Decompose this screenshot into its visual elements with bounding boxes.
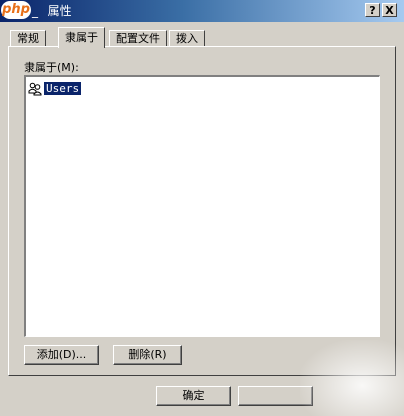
remove-button[interactable]: 删除(R): [113, 345, 182, 365]
title-obscured: [38, 4, 48, 18]
member-of-label: 隶属于(M):: [24, 61, 79, 74]
tab-member-of[interactable]: 隶属于: [58, 27, 105, 48]
add-button[interactable]: 添加(D)...: [24, 345, 99, 365]
window-title: _ 属性: [32, 3, 72, 19]
tab-general[interactable]: 常规: [10, 30, 46, 47]
tab-dial-in[interactable]: 拨入: [169, 30, 205, 47]
list-item[interactable]: Users: [28, 81, 82, 96]
tab-profile[interactable]: 配置文件: [109, 30, 167, 47]
list-item-label: Users: [44, 82, 82, 95]
cancel-button[interactable]: [238, 386, 313, 406]
group-icon: [28, 82, 42, 95]
ok-button[interactable]: 确定: [156, 386, 231, 406]
title-suffix: 属性: [47, 4, 72, 18]
title-bar: php _ 属性 ? X: [0, 0, 404, 22]
help-button[interactable]: ?: [365, 3, 380, 17]
member-of-listbox[interactable]: Users: [24, 75, 380, 337]
site-watermark-logo: php: [1, 1, 31, 19]
close-button[interactable]: X: [382, 3, 397, 17]
tab-panel-member-of: 隶属于(M): Users 添加(D)... 删除(R): [8, 46, 396, 376]
